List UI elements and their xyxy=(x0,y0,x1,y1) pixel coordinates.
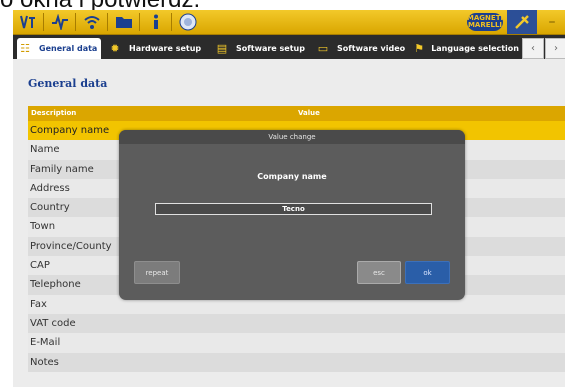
tab-software-setup[interactable]: ▤ Software setup xyxy=(214,38,309,59)
signal-icon[interactable] xyxy=(49,11,71,33)
column-header-value: Value xyxy=(298,109,320,117)
folder-icon[interactable] xyxy=(113,11,135,33)
tab-label: Hardware setup xyxy=(129,44,202,53)
document-icon: ▤ xyxy=(216,42,228,55)
row-label: CAP xyxy=(30,260,50,272)
row-label: VAT code xyxy=(30,317,76,329)
tab-scroll-right-button[interactable]: › xyxy=(545,38,565,59)
company-name-input[interactable]: Tecno xyxy=(155,203,432,215)
info-icon[interactable] xyxy=(145,11,167,33)
repeat-button[interactable]: repeat xyxy=(134,261,180,284)
dialog-title: Value change xyxy=(119,130,465,144)
tab-scroll-left-button[interactable]: ‹ xyxy=(522,38,544,59)
brand-logo: MAGNETI MARELLI xyxy=(466,13,504,31)
row-label: Town xyxy=(30,221,56,233)
dialog-field-label: Company name xyxy=(257,172,327,181)
row-label: E-Mail xyxy=(30,337,61,349)
wifi-icon[interactable] xyxy=(81,11,103,33)
video-icon: ▭ xyxy=(317,42,329,55)
tab-label: Language selection xyxy=(431,44,519,53)
tab-bar: ☷ General data ✹ Hardware setup ▤ Softwa… xyxy=(13,35,565,59)
row-label: Fax xyxy=(30,298,47,310)
table-row[interactable]: VAT code xyxy=(28,313,565,334)
row-label: Country xyxy=(30,202,70,214)
tab-general-data[interactable]: ☷ General data xyxy=(17,38,101,59)
tab-hardware-setup[interactable]: ✹ Hardware setup xyxy=(107,38,209,59)
column-header-description: Description xyxy=(31,109,77,117)
tab-software-video[interactable]: ▭ Software video xyxy=(315,38,407,59)
page-title: General data xyxy=(28,77,108,90)
gear-icon: ✹ xyxy=(110,42,120,55)
row-label: Name xyxy=(30,144,60,156)
row-label: Province/County xyxy=(30,240,112,252)
top-toolbar: MAGNETI MARELLI – xyxy=(13,10,565,35)
table-row[interactable]: Notes xyxy=(28,352,565,372)
vehicle-diagnosis-icon[interactable] xyxy=(17,11,39,33)
chevron-right-icon: › xyxy=(554,43,558,54)
chevron-left-icon: ‹ xyxy=(531,43,535,54)
value-change-dialog: Value change Company name Tecno repeat e… xyxy=(119,130,465,300)
tab-label: Software setup xyxy=(236,44,305,53)
globe-icon[interactable] xyxy=(177,11,199,33)
tab-label: Software video xyxy=(337,44,406,53)
esc-button[interactable]: esc xyxy=(357,261,401,284)
row-label: Telephone xyxy=(30,279,81,291)
minimize-icon[interactable]: – xyxy=(539,10,565,34)
row-label: Company name xyxy=(30,125,110,136)
table-header: Description Value xyxy=(28,106,565,121)
flag-icon: ⚑ xyxy=(414,42,425,55)
table-row[interactable]: E-Mail xyxy=(28,333,565,353)
tab-label: General data xyxy=(39,44,98,53)
row-label: Notes xyxy=(30,356,59,368)
ok-button[interactable]: ok xyxy=(405,261,450,284)
row-label: Address xyxy=(30,182,70,194)
general-data-icon: ☷ xyxy=(20,42,30,55)
tab-language-selection[interactable]: ⚑ Language selection xyxy=(413,38,519,59)
tools-icon[interactable] xyxy=(507,10,537,34)
row-label: Family name xyxy=(30,163,94,175)
